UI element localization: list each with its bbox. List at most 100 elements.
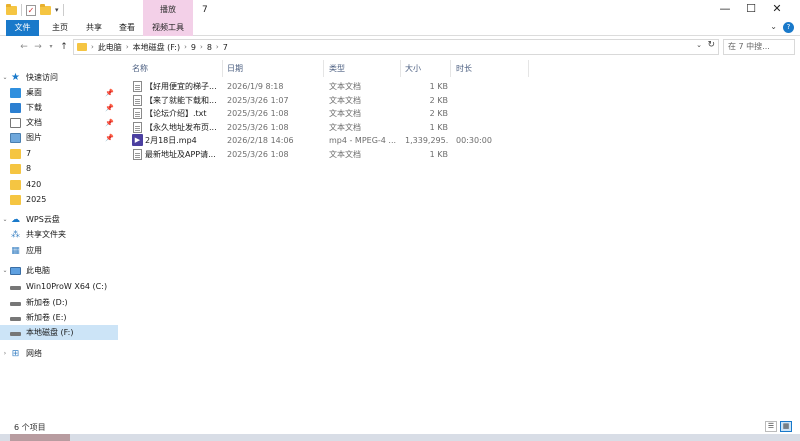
file-type: 文本文档 xyxy=(329,96,361,105)
breadcrumb-item[interactable]: 8 xyxy=(207,43,212,52)
folder-icon[interactable] xyxy=(6,3,17,15)
maximize-button[interactable]: ☐ xyxy=(738,0,764,20)
tab-home[interactable]: 主页 xyxy=(44,20,76,36)
file-size: 1 KB xyxy=(429,82,448,91)
text-file-icon xyxy=(133,122,142,133)
nav-label: 快速访问 xyxy=(26,73,58,82)
column-divider[interactable] xyxy=(400,60,401,77)
table-row[interactable]: 【永久地址发布页... 2025/3/26 1:08 文本文档 1 KB xyxy=(128,121,548,134)
table-row[interactable]: 【好用便宜的梯子... 2026/1/9 8:18 文本文档 1 KB xyxy=(128,80,548,93)
large-icons-view-icon[interactable]: ▦ xyxy=(780,421,792,432)
chevron-right-icon[interactable]: › xyxy=(216,43,219,51)
new-folder-icon[interactable] xyxy=(40,3,51,15)
column-header-type[interactable]: 类型 xyxy=(329,60,345,77)
file-name: 【永久地址发布页... xyxy=(145,123,217,132)
search-input[interactable]: 在 7 中搜... xyxy=(723,39,795,55)
nav-label: 新加卷 (D:) xyxy=(26,298,68,307)
breadcrumb-item[interactable]: 9 xyxy=(191,43,196,52)
tab-video-tools[interactable]: 视频工具 xyxy=(143,20,193,36)
chevron-down-icon[interactable]: ⌄ xyxy=(0,74,10,81)
nav-label: 应用 xyxy=(26,246,42,255)
nav-this-pc[interactable]: ⌄ 此电脑 xyxy=(0,263,118,278)
nav-drive-e[interactable]: 新加卷 (E:) xyxy=(0,310,118,325)
chevron-right-icon[interactable]: › xyxy=(184,43,187,51)
nav-label: 此电脑 xyxy=(26,266,50,275)
table-row[interactable]: ▶ 2月18日.mp4 2026/2/18 14:06 mp4 - MPEG-4… xyxy=(128,134,548,147)
folder-icon xyxy=(10,179,21,190)
chevron-right-icon[interactable]: › xyxy=(91,43,94,51)
nav-drive-f[interactable]: 本地磁盘 (F:) xyxy=(0,325,118,340)
nav-drive-d[interactable]: 新加卷 (D:) xyxy=(0,295,118,310)
table-row[interactable]: 最新地址及APP请... 2025/3/26 1:08 文本文档 1 KB xyxy=(128,148,548,161)
breadcrumb-item[interactable]: 本地磁盘 (F:) xyxy=(133,42,180,53)
navigation-pane: ⌄ ★ 快速访问 桌面 📌 下载 📌 文档 📌 图片 📌 7 8 420 202… xyxy=(0,60,122,420)
close-button[interactable]: ✕ xyxy=(764,0,790,20)
nav-item-apps[interactable]: ▦ 应用 xyxy=(0,243,118,258)
column-header-name[interactable]: 名称 xyxy=(132,60,148,77)
address-dropdown-icon[interactable]: ⌄ xyxy=(696,41,702,49)
nav-item-downloads[interactable]: 下载 📌 xyxy=(0,100,118,115)
chevron-right-icon[interactable]: › xyxy=(0,350,10,357)
nav-item-pictures[interactable]: 图片 📌 xyxy=(0,130,118,145)
pin-icon: 📌 xyxy=(105,88,114,97)
customize-toolbar-icon[interactable]: ▾ xyxy=(55,6,59,14)
column-divider[interactable] xyxy=(222,60,223,77)
address-bar[interactable]: › 此电脑 › 本地磁盘 (F:) › 9 › 8 › 7 ⌄ ↻ xyxy=(73,39,719,55)
nav-item-folder[interactable]: 8 xyxy=(0,161,118,176)
breadcrumb-item[interactable]: 此电脑 xyxy=(98,42,122,53)
chevron-right-icon[interactable]: › xyxy=(126,43,129,51)
recent-locations-icon[interactable]: ▾ xyxy=(45,40,57,54)
nav-drive-c[interactable]: Win10ProW X64 (C:) xyxy=(0,279,118,294)
nav-quick-access[interactable]: ⌄ ★ 快速访问 xyxy=(0,70,118,85)
nav-label: 7 xyxy=(26,149,32,158)
chevron-down-icon[interactable]: ⌄ xyxy=(0,216,10,223)
properties-icon[interactable]: ✓ xyxy=(26,4,36,16)
nav-item-shared-folder[interactable]: ⁂ 共享文件夹 xyxy=(0,227,118,242)
details-view-icon[interactable]: ☰ xyxy=(765,421,777,432)
column-header-date[interactable]: 日期 xyxy=(227,60,243,77)
nav-item-desktop[interactable]: 桌面 📌 xyxy=(0,85,118,100)
nav-item-folder[interactable]: 2025 xyxy=(0,192,118,207)
column-divider[interactable] xyxy=(528,60,529,77)
back-button[interactable]: ← xyxy=(18,40,30,54)
nav-label: 网络 xyxy=(26,349,42,358)
nav-label: 共享文件夹 xyxy=(26,230,66,239)
nav-item-folder[interactable]: 420 xyxy=(0,177,118,192)
pictures-icon xyxy=(10,132,21,143)
folder-icon xyxy=(10,194,21,205)
up-button[interactable]: ↑ xyxy=(58,40,70,54)
folder-icon xyxy=(77,43,87,51)
chevron-right-icon[interactable]: › xyxy=(200,43,203,51)
nav-item-documents[interactable]: 文档 📌 xyxy=(0,115,118,130)
chevron-down-icon[interactable]: ⌄ xyxy=(0,267,10,274)
column-header-size[interactable]: 大小 xyxy=(405,60,421,77)
breadcrumb-item[interactable]: 7 xyxy=(223,43,228,52)
nav-label: 420 xyxy=(26,180,42,189)
file-date: 2025/3/26 1:08 xyxy=(227,123,289,132)
minimize-button[interactable]: — xyxy=(712,0,738,20)
file-type: 文本文档 xyxy=(329,82,361,91)
column-header-duration[interactable]: 时长 xyxy=(456,60,472,77)
tab-view[interactable]: 查看 xyxy=(111,20,143,36)
text-file-icon xyxy=(133,149,142,160)
help-icon[interactable]: ? xyxy=(783,22,794,33)
refresh-icon[interactable]: ↻ xyxy=(707,40,715,50)
nav-network[interactable]: › ⊞ 网络 xyxy=(0,346,118,361)
column-divider[interactable] xyxy=(323,60,324,77)
tab-file[interactable]: 文件 xyxy=(6,20,39,36)
table-row[interactable]: 【论坛介绍】.txt 2025/3/26 1:08 文本文档 2 KB xyxy=(128,107,548,120)
context-tab-header[interactable]: 播放 xyxy=(143,0,193,20)
pin-icon: 📌 xyxy=(105,118,114,127)
file-list: 名称 日期 类型 大小 时长 【好用便宜的梯子... 2026/1/9 8:18… xyxy=(128,60,800,420)
expand-ribbon-icon[interactable]: ⌄ xyxy=(770,22,777,33)
nav-item-folder[interactable]: 7 xyxy=(0,146,118,161)
nav-wps-cloud[interactable]: ⌄ ☁ WPS云盘 xyxy=(0,212,118,227)
folder-icon xyxy=(10,148,21,159)
table-row[interactable]: 【来了就能下载和... 2025/3/26 1:07 文本文档 2 KB xyxy=(128,94,548,107)
column-divider[interactable] xyxy=(450,60,451,77)
tab-share[interactable]: 共享 xyxy=(78,20,110,36)
text-file-icon xyxy=(133,81,142,92)
file-size: 1 KB xyxy=(429,150,448,159)
forward-button[interactable]: → xyxy=(32,40,44,54)
taskbar-thumbnail xyxy=(10,434,70,441)
